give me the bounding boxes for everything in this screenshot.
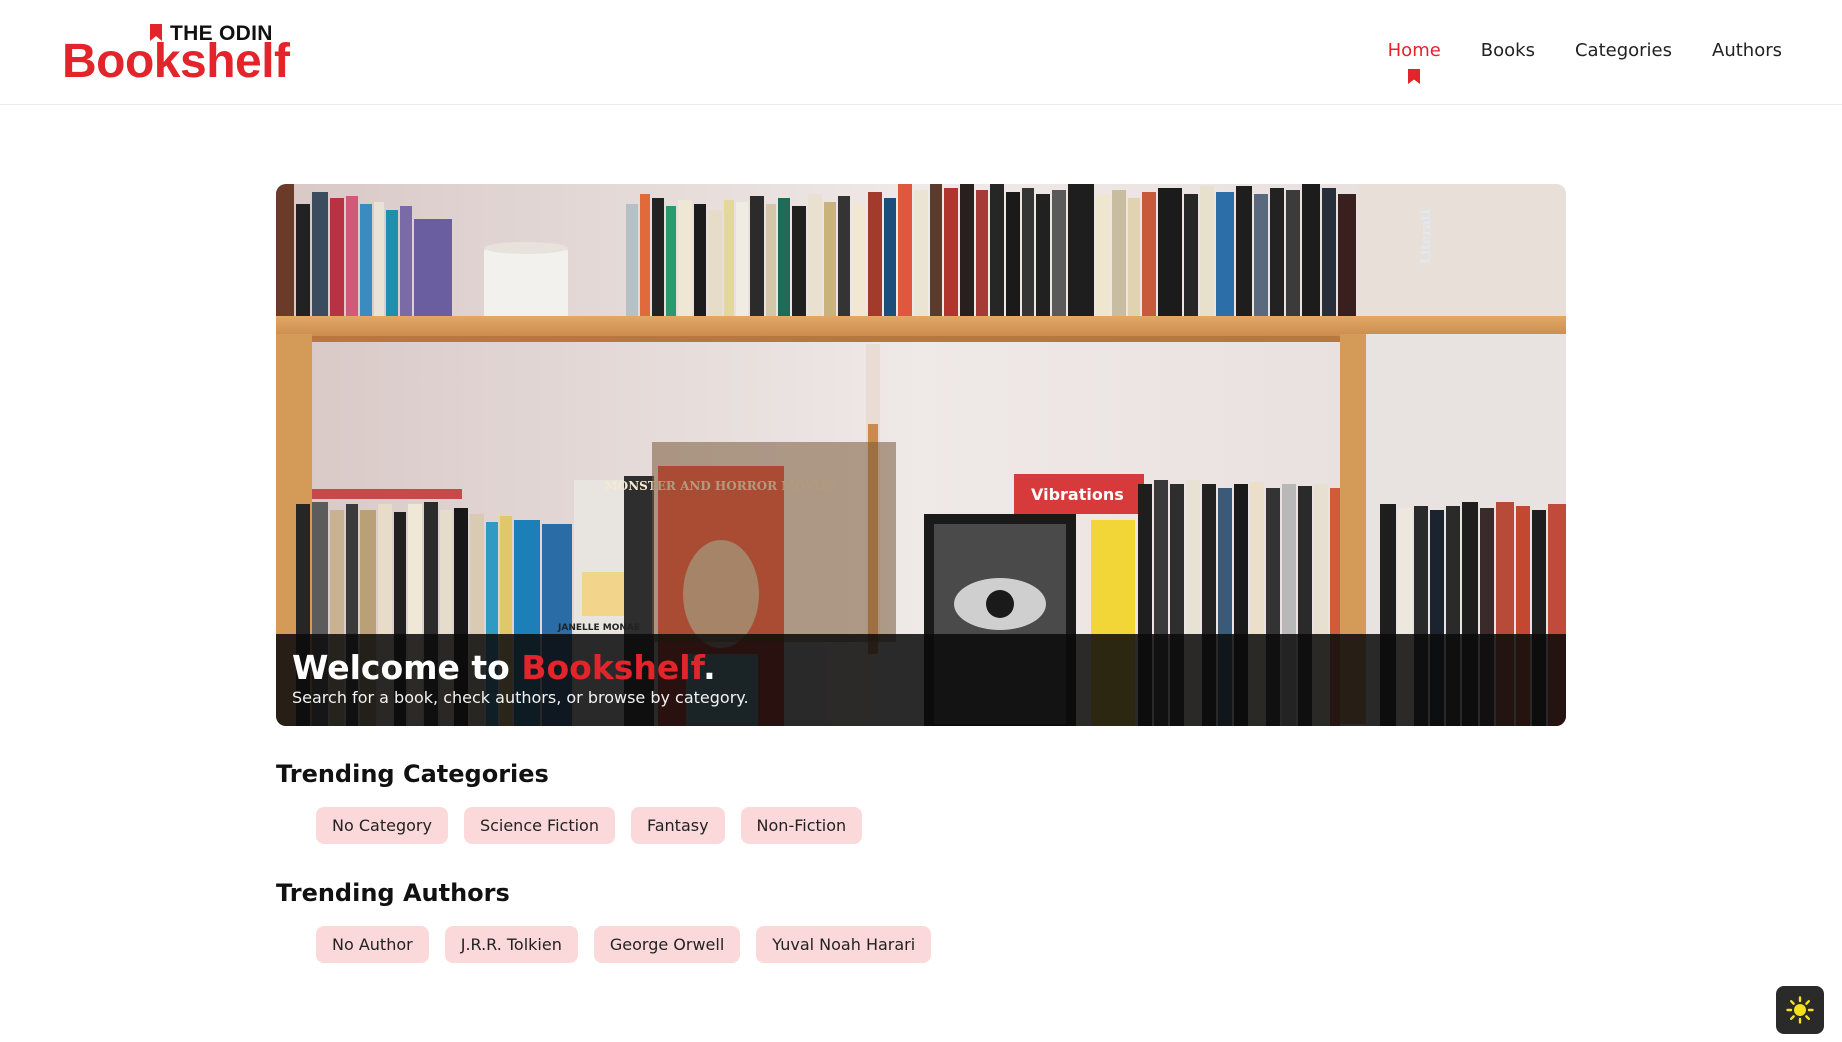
main-nav: Home Books Categories Authors (1387, 40, 1782, 84)
category-chip[interactable]: Non-Fiction (740, 807, 863, 844)
hero-title-accent: Bookshelf (521, 648, 704, 687)
bookmark-icon (1408, 69, 1421, 84)
trending-categories-title: Trending Categories (276, 760, 549, 788)
nav-books[interactable]: Books (1481, 40, 1535, 61)
hero-banner: JANELLE MONAE MONSTER AND HORROR MOVIES … (276, 184, 1566, 726)
sun-icon (1786, 996, 1814, 1024)
author-chip[interactable]: Yuval Noah Harari (756, 926, 932, 963)
brand-logo[interactable]: THE ODIN Bookshelf (62, 20, 290, 90)
hero-title: Welcome to Bookshelf. (292, 648, 1550, 687)
nav-categories-label: Categories (1574, 40, 1673, 61)
author-chip[interactable]: George Orwell (593, 926, 741, 963)
trending-authors-list: No Author J.R.R. Tolkien George Orwell Y… (316, 926, 932, 963)
hero-title-suffix: . (703, 648, 716, 687)
hero-subtitle: Search for a book, check authors, or bro… (292, 688, 749, 708)
hero-title-prefix: Welcome to (292, 648, 522, 687)
nav-categories[interactable]: Categories (1575, 40, 1672, 61)
author-chip[interactable]: No Author (316, 926, 429, 963)
category-chip[interactable]: Science Fiction (463, 807, 615, 844)
theme-toggle-button[interactable] (1776, 986, 1824, 1034)
nav-home[interactable]: Home (1387, 40, 1441, 84)
nav-authors[interactable]: Authors (1712, 40, 1782, 61)
site-header: THE ODIN Bookshelf Home Books Categories… (0, 0, 1842, 105)
hero-caption: Welcome to Bookshelf. Search for a book,… (276, 634, 1566, 726)
nav-books-label: Books (1480, 40, 1535, 61)
nav-home-label: Home (1387, 40, 1441, 61)
nav-authors-label: Authors (1712, 40, 1782, 61)
brand-main-text: Bookshelf (62, 35, 290, 88)
trending-categories-list: No Category Science Fiction Fantasy Non-… (316, 807, 863, 844)
literati-spine-text: Literati (1419, 209, 1434, 264)
category-chip[interactable]: No Category (316, 807, 448, 844)
author-chip[interactable]: J.R.R. Tolkien (444, 926, 578, 963)
monae-cover-text: JANELLE MONAE (557, 623, 640, 633)
vibrations-cover-text: Vibrations (1031, 485, 1124, 504)
category-chip[interactable]: Fantasy (630, 807, 725, 844)
trending-authors-title: Trending Authors (276, 879, 510, 907)
